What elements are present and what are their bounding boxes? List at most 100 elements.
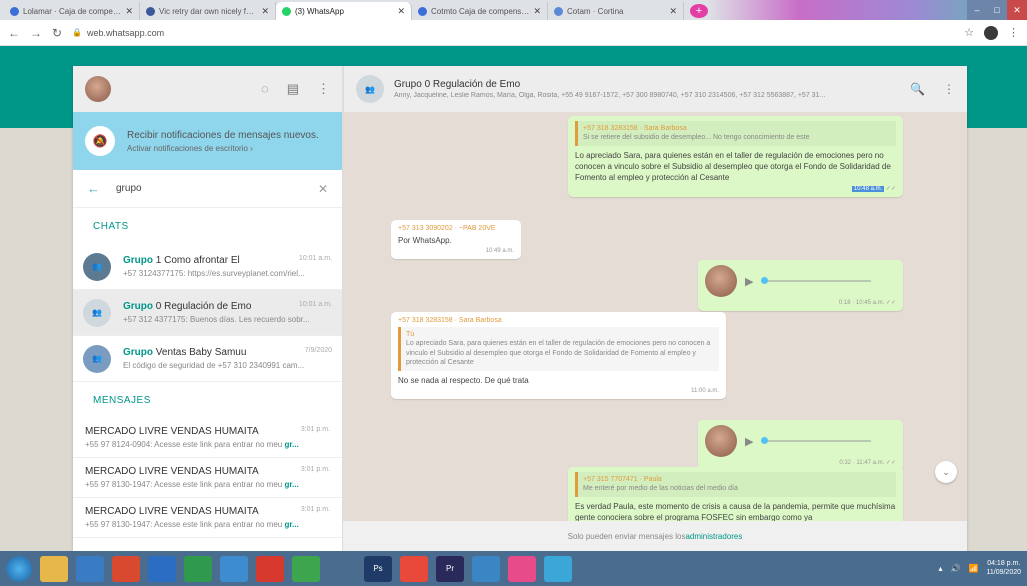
tab-title: Lolamar · Caja de compensación — [23, 6, 122, 16]
bell-off-icon: 🔕 — [85, 126, 115, 156]
admins-link[interactable]: administradores — [685, 532, 742, 541]
play-icon[interactable]: ▶ — [745, 275, 753, 288]
new-chat-icon[interactable]: ▤ — [287, 81, 299, 97]
photoshop-icon[interactable]: Ps — [364, 555, 392, 582]
status-icon[interactable]: ◌ — [261, 81, 269, 97]
chrome-icon[interactable] — [400, 555, 428, 582]
message-sender: +57 318 3283158 · Sara Barbosa — [398, 317, 502, 324]
enable-notifications-link[interactable]: Activar notificaciones de escritorio › — [127, 144, 319, 153]
lock-icon: 🔒 — [72, 28, 83, 37]
audio-progress[interactable] — [761, 437, 872, 444]
taskbar-app-icon[interactable] — [148, 555, 176, 582]
tab-favicon-icon — [146, 6, 155, 16]
network-icon[interactable]: 📶 — [969, 564, 979, 573]
browser-tab[interactable]: Lolamar · Caja de compensación✕ — [4, 2, 140, 20]
clock[interactable]: 04:18 p.m. 11/09/2020 — [986, 560, 1021, 577]
quoted-message[interactable]: Tú Lo apreciado Sara, para quienes están … — [398, 327, 719, 371]
menu-dots-icon[interactable]: ⋮ — [1008, 26, 1019, 39]
chat-title: Grupo 0 Regulación de Emo — [394, 79, 521, 90]
back-arrow-icon[interactable]: ← — [87, 181, 100, 196]
group-avatar[interactable]: 👥 — [356, 75, 384, 103]
minimize-icon[interactable]: – — [967, 0, 987, 20]
chat-header[interactable]: 👥 Grupo 0 Regulación de Emo Anny, Jacque… — [343, 66, 967, 112]
message-result[interactable]: MERCADO LIVRE VENDAS HUMAITA 3:01 p.m. +5… — [73, 418, 342, 458]
tab-title: Vic retry dar own nicely fecou — [159, 6, 258, 16]
window-close-icon[interactable]: ✕ — [1007, 0, 1027, 20]
taskbar-app-icon[interactable] — [112, 555, 140, 582]
chat-row[interactable]: 👥 Grupo 1 Como afrontar El 10:01 a.m. +57… — [73, 244, 342, 290]
taskbar-app-icon[interactable] — [220, 555, 248, 582]
quoted-message[interactable]: +57 318 3283158 · Sara Barbosa Si se reti… — [575, 121, 896, 146]
message-text: Lo apreciado Sara, para quienes están en… — [575, 150, 891, 183]
browser-tab[interactable]: Cotam · Cortina ✕ — [548, 2, 684, 20]
messages-area: +57 318 3283158 · Sara Barbosa Si se reti… — [343, 112, 967, 521]
search-icon[interactable]: 🔍 — [910, 82, 925, 96]
taskbar-app-icon[interactable] — [508, 555, 536, 582]
profile-avatar[interactable] — [85, 76, 111, 102]
voice-message-outgoing[interactable]: ▶ 0:32 · 11:47 a.m. ✓✓ — [698, 420, 903, 471]
url-field[interactable]: 🔒 web.whatsapp.com — [72, 28, 954, 38]
file-explorer-icon[interactable] — [40, 555, 68, 582]
tab-favicon-icon — [554, 6, 563, 16]
chat-row-selected[interactable]: 👥 Grupo 0 Regulación de Emo 10:01 a.m. +5… — [73, 290, 342, 336]
message-bubble-incoming[interactable]: +57 318 3283158 · Sara Barbosa Tú Lo apre… — [391, 312, 726, 399]
search-bar: ← grupo ✕ — [73, 170, 342, 208]
message-chat-name: MERCADO LIVRE VENDAS HUMAITA — [85, 426, 259, 437]
profile-avatar[interactable] — [984, 25, 998, 40]
menu-dots-icon[interactable]: ⋮ — [943, 82, 955, 96]
bookmark-star-icon[interactable]: ☆ — [964, 26, 974, 39]
start-button[interactable] — [6, 555, 32, 582]
maximize-icon[interactable]: □ — [987, 0, 1007, 20]
menu-dots-icon[interactable]: ⋮ — [317, 81, 330, 97]
close-icon[interactable]: ✕ — [261, 6, 269, 17]
message-time: 3:01 p.m. — [300, 466, 330, 473]
message-bubble-outgoing[interactable]: +57 315 7707471 · Paula Me enteré por med… — [568, 467, 903, 521]
chat-row[interactable]: 👥 Grupo Ventas Baby Samuu 7/9/2020 El cód… — [73, 336, 342, 382]
chats-section-label: CHATS — [93, 220, 129, 232]
voice-message-outgoing[interactable]: ▶ 0:18 · 10:45 a.m. ✓✓ — [698, 260, 903, 311]
taskbar-app-icon[interactable] — [472, 555, 500, 582]
taskbar-app-icon[interactable] — [328, 555, 356, 582]
taskbar-app-icon[interactable] — [76, 555, 104, 582]
taskbar-app-icon[interactable] — [184, 555, 212, 582]
chat-name: Grupo 0 Regulación de Emo — [123, 301, 252, 312]
message-text: Por WhatsApp. — [398, 236, 452, 245]
taskbar-app-icon[interactable] — [544, 555, 572, 582]
close-icon[interactable]: ✕ — [125, 6, 133, 17]
clear-search-icon[interactable]: ✕ — [318, 182, 328, 196]
message-result[interactable]: MERCADO LIVRE VENDAS HUMAITA 3:01 p.m. +5… — [73, 458, 342, 498]
sidebar: ◌ ▤ ⋮ 🔕 Recibir notificaciones de mensaj… — [73, 66, 343, 551]
message-bubble-outgoing[interactable]: +57 318 3283158 · Sara Barbosa Si se reti… — [568, 116, 903, 198]
message-bubble-incoming[interactable]: +57 313 3090202 · ~PAB 20VE Por WhatsApp… — [391, 220, 521, 260]
message-time: 10:48 a.m. ✓✓ — [851, 186, 896, 193]
audio-progress[interactable] — [761, 277, 872, 284]
back-icon[interactable]: ← — [8, 26, 20, 40]
taskbar-app-icon[interactable] — [292, 555, 320, 582]
message-time: 10:49 a.m. — [485, 248, 514, 255]
browser-tab-whatsapp[interactable]: (3) WhatsApp ✕ — [276, 2, 412, 20]
close-icon[interactable]: ✕ — [533, 6, 541, 17]
quoted-message[interactable]: +57 315 7707471 · Paula Me enteré por med… — [575, 472, 896, 497]
url-text: web.whatsapp.com — [87, 27, 165, 38]
message-result[interactable]: MERCADO LIVRE VENDAS HUMAITA 3:01 p.m. +5… — [73, 498, 342, 538]
new-tab-button[interactable]: + — [690, 4, 708, 18]
system-tray: ▴ 🔊 📶 04:18 p.m. 11/09/2020 — [939, 560, 1021, 577]
volume-icon[interactable]: 🔊 — [951, 564, 961, 573]
play-icon[interactable]: ▶ — [745, 435, 753, 448]
chat-name: Grupo Ventas Baby Samuu — [123, 347, 247, 358]
close-icon[interactable]: ✕ — [669, 6, 677, 17]
chat-time: 10:01 a.m. — [298, 255, 332, 262]
close-icon[interactable]: ✕ — [397, 6, 405, 17]
tray-arrow-icon[interactable]: ▴ — [939, 564, 943, 573]
tab-title: Cotam · Cortina — [567, 6, 624, 16]
premiere-icon[interactable]: Pr — [436, 555, 464, 582]
chat-preview: +57 3124377175: https://es.surveyplanet.… — [123, 269, 305, 278]
notification-banner[interactable]: 🔕 Recibir notificaciones de mensajes nue… — [73, 112, 342, 170]
forward-icon[interactable]: → — [30, 26, 42, 40]
taskbar-app-icon[interactable] — [256, 555, 284, 582]
reload-icon[interactable]: ↻ — [52, 26, 62, 40]
browser-tab[interactable]: Cotmto Caja de compensación ✕ — [412, 2, 548, 20]
scroll-down-button[interactable]: ⌄ — [935, 461, 957, 483]
browser-tab[interactable]: Vic retry dar own nicely fecou ✕ — [140, 2, 276, 20]
search-input[interactable]: grupo — [116, 183, 302, 194]
